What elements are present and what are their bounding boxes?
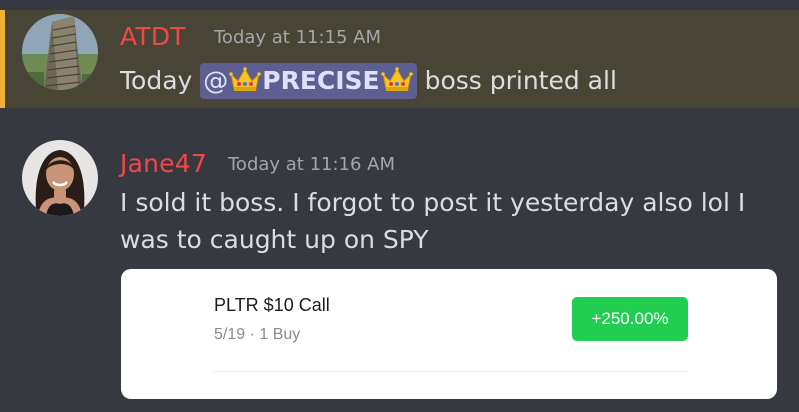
crown-icon: [229, 67, 262, 91]
gain-badge: +250.00%: [572, 297, 688, 341]
message-text-before: Today: [120, 66, 201, 95]
mention-at-sign: @: [203, 66, 229, 95]
mention-name: PRECISE: [262, 66, 380, 95]
username[interactable]: ATDT: [120, 22, 186, 51]
message-text-after: boss printed all: [416, 66, 617, 95]
person-avatar-icon: [22, 140, 98, 216]
user-mention[interactable]: @ PRECISE: [200, 63, 417, 99]
trade-subtitle: 5/19 · 1 Buy: [214, 326, 301, 343]
crown-icon: [380, 67, 413, 91]
building-avatar-icon: [22, 14, 98, 90]
message-atdt: ATDT Today at 11:15 AM Today @ PRECISE bo…: [0, 10, 799, 108]
message-content: Today @ PRECISE boss printed all: [120, 63, 617, 99]
message-jane47: Jane47 Today at 11:16 AM I sold it boss.…: [0, 108, 799, 412]
timestamp: Today at 11:16 AM: [228, 154, 396, 175]
message-content-line-2: was to caught up on SPY: [120, 225, 429, 254]
avatar[interactable]: [22, 14, 98, 90]
message-content-line-1: I sold it boss. I forgot to post it yest…: [120, 188, 746, 217]
trade-title: PLTR $10 Call: [214, 295, 330, 315]
mention-highlight-bar: [0, 10, 5, 108]
trade-image-attachment[interactable]: PLTR $10 Call 5/19 · 1 Buy +250.00%: [121, 269, 777, 399]
timestamp: Today at 11:15 AM: [214, 27, 382, 48]
card-divider: [213, 371, 687, 372]
username[interactable]: Jane47: [120, 149, 207, 178]
avatar[interactable]: [22, 140, 98, 216]
chat-top-edge: [0, 0, 799, 10]
